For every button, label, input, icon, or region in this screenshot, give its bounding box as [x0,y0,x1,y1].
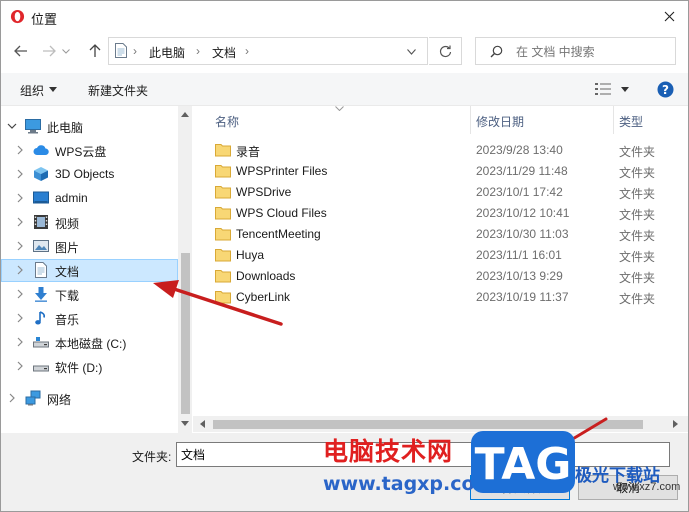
folder-picker-window: 位置 › 此电脑 › 文档 › 在 文档 中搜索 组织 新建文件夹 ? 此电脑 … [0,0,689,512]
watermark-title: 电脑技术网 [323,437,454,466]
watermark-tag-badge: TAG [471,431,575,493]
watermark-badge-text: TAG [475,439,572,490]
annotation-arrow [153,280,283,326]
watermark-site-url: www.xz7.com [613,481,681,493]
